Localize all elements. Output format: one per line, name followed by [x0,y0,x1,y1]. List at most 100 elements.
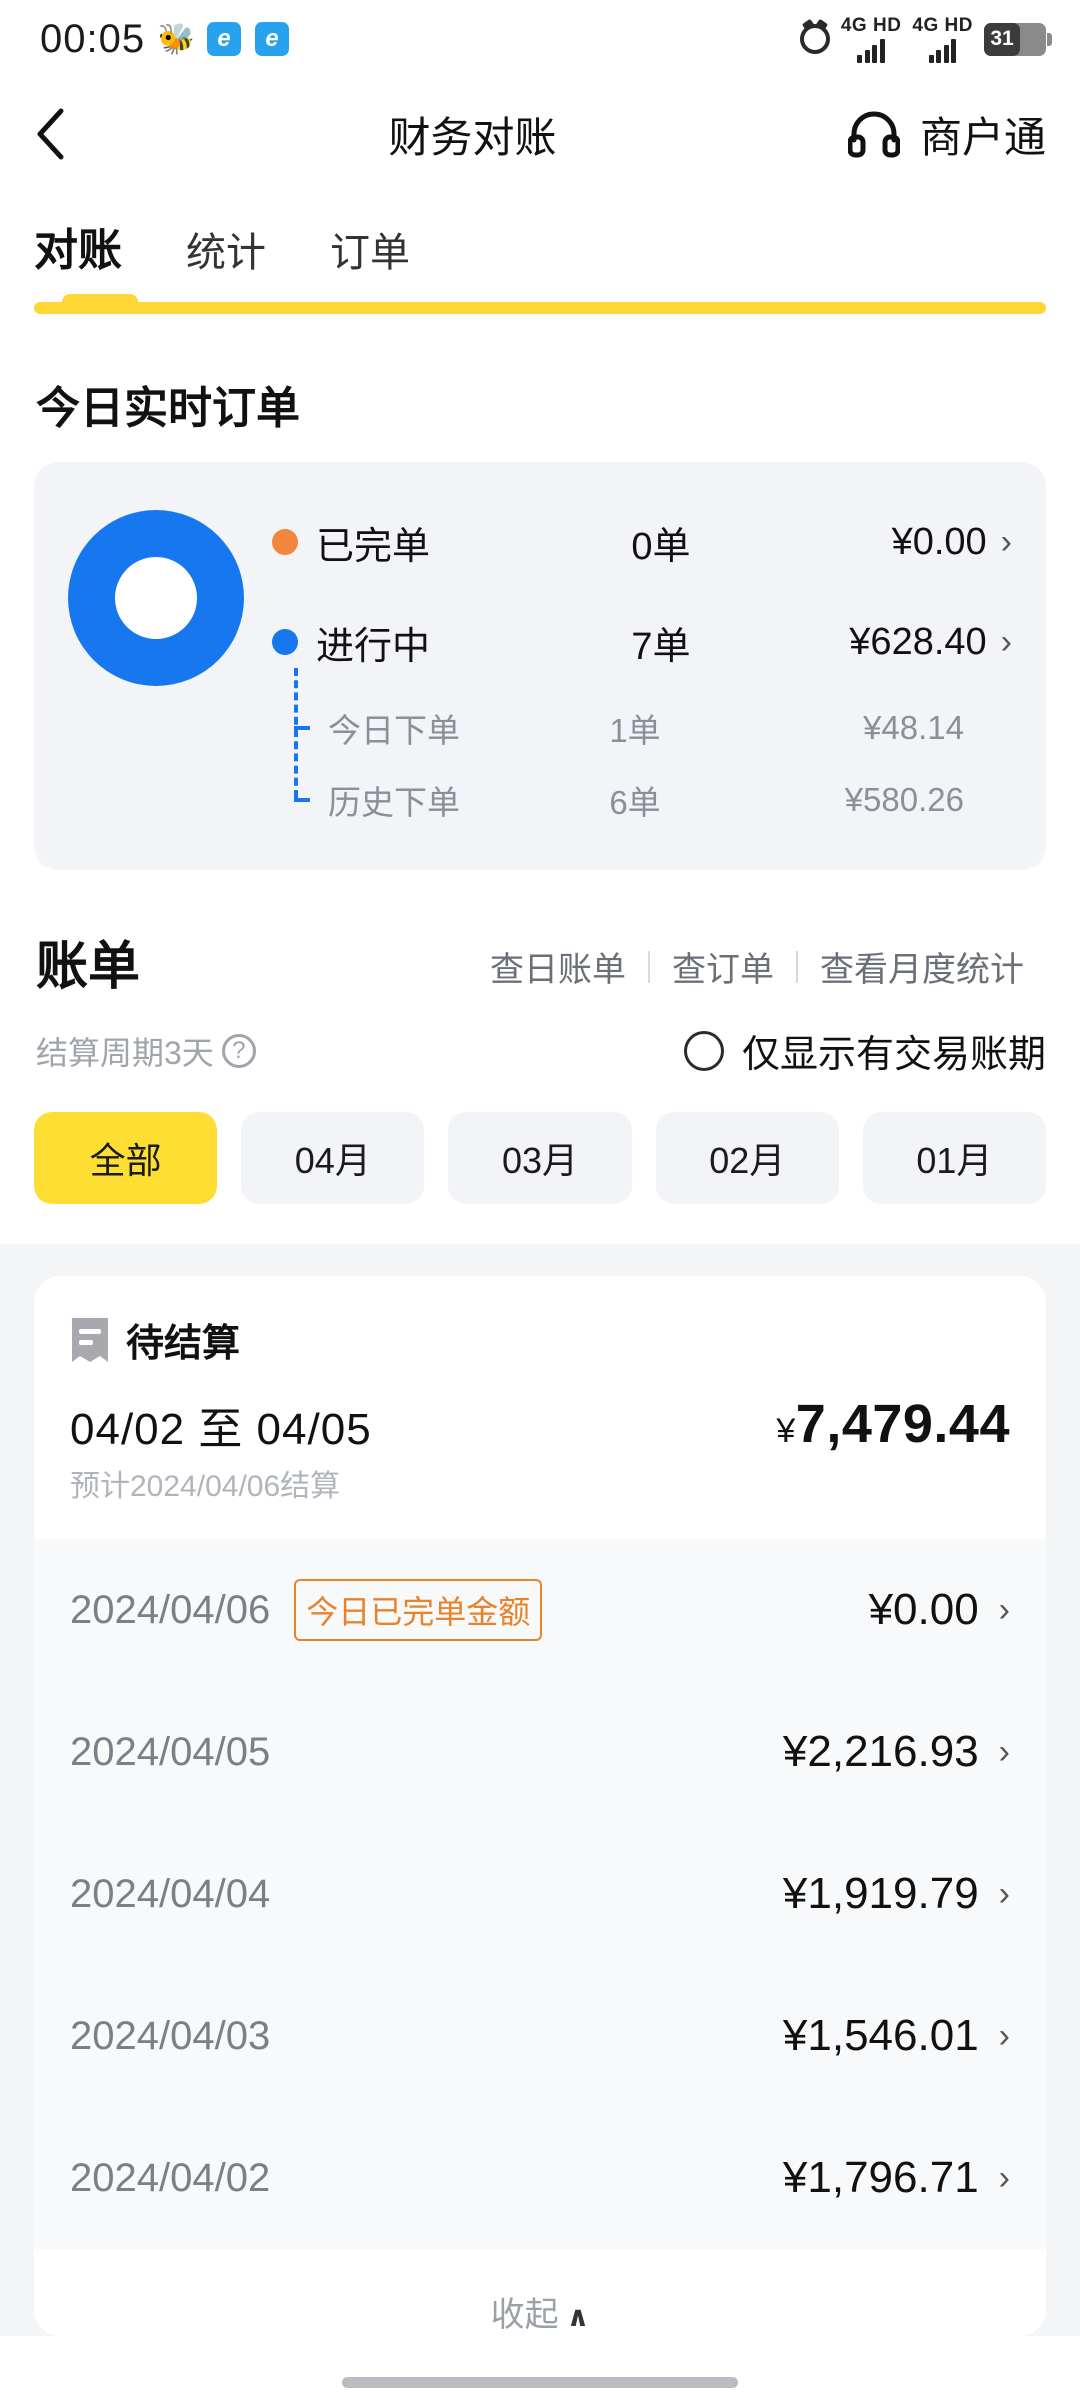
radio-unchecked-icon[interactable] [683,1030,724,1071]
row-amount: ¥1,796.71 [782,2153,979,2202]
legend-dot-completed [272,529,298,555]
donut-hole [115,557,197,639]
tab-orders[interactable]: 订单 [330,220,410,290]
breakdown-connector-line [294,668,298,798]
table-row[interactable]: 2024/04/05 ¥2,216.93 › [34,1681,1046,1823]
tab-reconciliation[interactable]: 对账 [34,214,122,290]
chevron-right-icon[interactable]: › [999,1875,1010,1914]
bill-card: 待结算 04/02 至 04/05 预计2024/04/06结算 ¥7,479.… [34,1276,1046,2336]
bill-quick-links: 查日账单 查订单 查看月度统计 [468,942,1046,999]
headset-icon[interactable] [847,110,900,158]
home-indicator [342,2377,738,2388]
link-orders[interactable]: 查订单 [650,942,796,991]
settlement-cycle[interactable]: 结算周期3天 ? [36,1028,256,1074]
signal-bars-icon [928,38,957,63]
sim2-network-label: 4G HD [912,14,973,36]
chevron-up-icon: ∧ [566,2301,590,2332]
chevron-right-icon[interactable]: › [999,2159,1010,2198]
breakdown-label-history: 历史下单 [328,784,460,821]
merchant-entry[interactable]: 商户通 [847,104,1046,165]
pending-date-info: 04/02 至 04/05 预计2024/04/06结算 [70,1393,372,1505]
link-daily-bill[interactable]: 查日账单 [468,942,648,991]
status-time: 00:05 [40,16,146,61]
sim1-network-label: 4G HD [840,14,902,36]
row-date: 2024/04/05 [70,1729,271,1774]
bill-title: 账单 [36,938,141,996]
sim1-signal: 4G HD [841,16,902,63]
breakdown-row-today: 今日下单 1单 ¥48.14 [328,692,1012,764]
legend-label-inprogress: 进行中 [316,625,431,668]
chip-month-03[interactable]: 03月 [448,1112,632,1204]
chip-month-01[interactable]: 01月 [862,1112,1047,1204]
app-header: 财务对账 商户通 [0,78,1080,190]
orders-donut-chart [68,510,244,686]
row-amount: ¥0.00 [868,1585,979,1634]
status-bar: 00:05 🐝 e e 4G HD 4G HD 31 [0,0,1080,78]
chip-month-02[interactable]: 02月 [655,1112,839,1204]
pending-amount: ¥7,479.44 [776,1393,1010,1455]
bill-list-area: 待结算 04/02 至 04/05 预计2024/04/06结算 ¥7,479.… [0,1244,1080,2336]
pending-settlement-label: 待结算 [126,1323,241,1365]
breakdown-count-history: 6单 [609,784,661,821]
back-button[interactable] [34,107,94,161]
pending-date-range: 04/02 至 04/05 [70,1405,372,1454]
legend-row-inprogress[interactable]: 进行中 7单 ¥628.40 › [272,592,1012,692]
merchant-label[interactable]: 商户通 [920,104,1046,165]
breakdown-count-today: 1单 [609,712,661,749]
pending-settlement-header: 待结算 [70,1312,1010,1367]
chip-all[interactable]: 全部 [34,1112,218,1204]
breakdown-amount-history: ¥580.26 [844,781,964,818]
row-date: 2024/04/03 [70,2013,271,2058]
table-row[interactable]: 2024/04/02 ¥1,796.71 › [34,2107,1046,2249]
chevron-right-icon[interactable]: › [999,1591,1010,1630]
settlement-cycle-label: 结算周期3天 [36,1034,214,1071]
table-row[interactable]: 2024/04/04 ¥1,919.79 › [34,1823,1046,1965]
collapse-button[interactable]: 收起 ∧ [34,2249,1046,2336]
legend-label-completed: 已完单 [316,525,431,568]
row-date: 2024/04/06 [70,1587,271,1632]
pending-settlement-summary: 04/02 至 04/05 预计2024/04/06结算 ¥7,479.44 [70,1367,1010,1539]
donut-chart-wrapper [68,492,246,686]
browser-icon: e [255,22,290,56]
tab-bar: 对账 统计 订单 [0,190,1080,290]
status-bar-right: 4G HD 4G HD 31 [799,16,1052,63]
chevron-right-icon[interactable]: › [1001,523,1012,562]
legend-row-completed[interactable]: 已完单 0单 ¥0.00 › [272,492,1012,592]
daily-bill-list: 2024/04/06 今日已完单金额 ¥0.00 › 2024/04/05 ¥2… [34,1539,1046,2249]
legend-amount-inprogress: ¥628.40 [849,620,987,663]
pending-amount-value: 7,479.44 [795,1394,1010,1454]
browser-icon: e [207,22,242,56]
inprogress-breakdown: 今日下单 1单 ¥48.14 历史下单 6单 ¥580.26 [272,668,1012,836]
tab-underline [34,294,1046,314]
alarm-icon [799,24,830,54]
bill-subheader: 结算周期3天 ? 仅显示有交易账期 [0,999,1080,1078]
breakdown-amount-today: ¥48.14 [863,709,964,746]
chip-month-04[interactable]: 04月 [241,1112,425,1204]
chevron-right-icon[interactable]: › [1001,623,1012,662]
pending-settlement-block: 待结算 04/02 至 04/05 预计2024/04/06结算 ¥7,479.… [34,1276,1046,1539]
chevron-right-icon[interactable]: › [999,1733,1010,1772]
realtime-section-title: 今日实时订单 [36,384,300,433]
tab-statistics[interactable]: 统计 [186,220,266,290]
legend-dot-inprogress [272,629,298,655]
only-trade-label: 仅显示有交易账期 [741,1034,1046,1076]
bill-header: 账单 查日账单 查订单 查看月度统计 [0,870,1080,999]
chevron-right-icon[interactable]: › [999,2017,1010,2056]
sim2-signal: 4G HD [912,16,973,63]
table-row[interactable]: 2024/04/06 今日已完单金额 ¥0.00 › [34,1539,1046,1681]
row-amount: ¥2,216.93 [782,1727,979,1776]
table-row[interactable]: 2024/04/03 ¥1,546.01 › [34,1965,1046,2107]
realtime-orders-card: 已完单 0单 ¥0.00 › 进行中 7单 ¥628.40 › 今日下单 1单 … [34,462,1046,870]
status-badge: 今日已完单金额 [294,1579,543,1641]
question-mark-icon[interactable]: ? [221,1033,256,1068]
legend-count-inprogress: 7单 [631,625,691,668]
battery-icon: 31 [984,22,1052,56]
receipt-icon [70,1316,110,1364]
link-monthly-stats[interactable]: 查看月度统计 [798,942,1046,991]
breakdown-label-today: 今日下单 [328,712,460,749]
breakdown-tick [294,726,310,730]
currency-symbol: ¥ [776,1412,796,1450]
status-bar-left: 00:05 🐝 e e [40,16,290,62]
realtime-legend: 已完单 0单 ¥0.00 › 进行中 7单 ¥628.40 › 今日下单 1单 … [246,492,1012,836]
only-trade-filter[interactable]: 仅显示有交易账期 [683,1023,1046,1078]
